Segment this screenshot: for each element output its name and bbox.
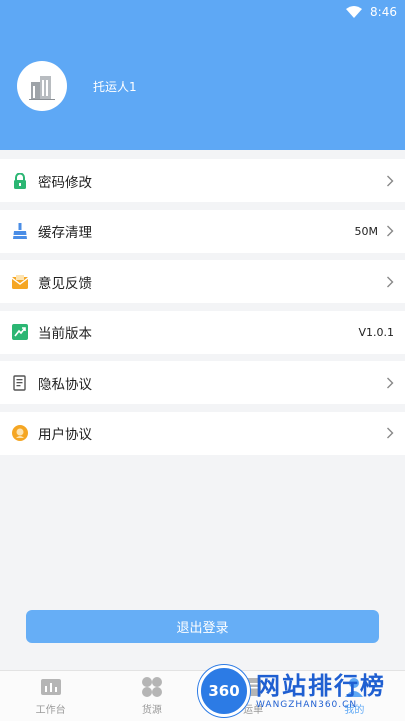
profile-header: 8:46 托运人1: [0, 0, 405, 150]
watermark-title: 网站排行榜: [256, 672, 386, 700]
menu-item-privacy[interactable]: 隐私协议: [0, 361, 405, 404]
status-time: 8:46: [370, 5, 397, 19]
trend-icon: [12, 324, 28, 340]
chevron-right-icon: [387, 276, 394, 287]
menu-label: 用户协议: [38, 427, 92, 443]
bar-chart-icon: [40, 679, 61, 695]
menu-item-cache[interactable]: 缓存清理 50M: [0, 209, 405, 253]
building-icon: [29, 76, 55, 100]
menu-item-feedback[interactable]: 意见反馈: [0, 260, 405, 303]
menu-item-user-agreement[interactable]: 用户协议: [0, 411, 405, 455]
settings-menu: 密码修改 缓存清理 50M 意见反馈 当前版本 V1.0.1 隐私协议 用户协议: [0, 159, 405, 462]
cache-size: 50M: [354, 224, 379, 238]
wifi-icon: [346, 6, 363, 18]
nav-item-workbench[interactable]: 工作台: [21, 671, 81, 716]
broom-icon: [12, 223, 28, 239]
menu-label: 密码修改: [38, 174, 92, 191]
document-icon: [12, 374, 28, 391]
chevron-right-icon: [387, 225, 394, 237]
user-name: 托运人1: [93, 80, 137, 94]
watermark-subtitle: WANGZHAN360.CN: [256, 700, 358, 710]
nav-item-cargo[interactable]: 货源: [122, 671, 182, 716]
logout-button[interactable]: 退出登录: [26, 610, 379, 643]
nav-label: 货源: [141, 705, 162, 716]
menu-label: 隐私协议: [38, 376, 92, 393]
version-number: V1.0.1: [358, 325, 394, 339]
menu-item-version[interactable]: 当前版本 V1.0.1: [0, 310, 405, 354]
smile-icon: [12, 425, 28, 441]
status-bar: 8:46: [346, 3, 397, 21]
grid-icon: [141, 677, 162, 697]
watermark: 360 网站排行榜 WANGZHAN360.CN: [198, 662, 405, 720]
envelope-icon: [12, 274, 28, 290]
nav-label: 工作台: [35, 705, 66, 716]
chevron-right-icon: [387, 175, 394, 186]
menu-label: 缓存清理: [38, 225, 92, 241]
menu-item-password[interactable]: 密码修改: [0, 159, 405, 202]
avatar[interactable]: [17, 61, 67, 111]
lock-icon: [12, 172, 28, 189]
chevron-right-icon: [387, 377, 394, 388]
watermark-logo: 360: [198, 665, 250, 717]
menu-label: 当前版本: [38, 326, 92, 342]
menu-label: 意见反馈: [38, 275, 92, 292]
chevron-right-icon: [387, 427, 394, 439]
